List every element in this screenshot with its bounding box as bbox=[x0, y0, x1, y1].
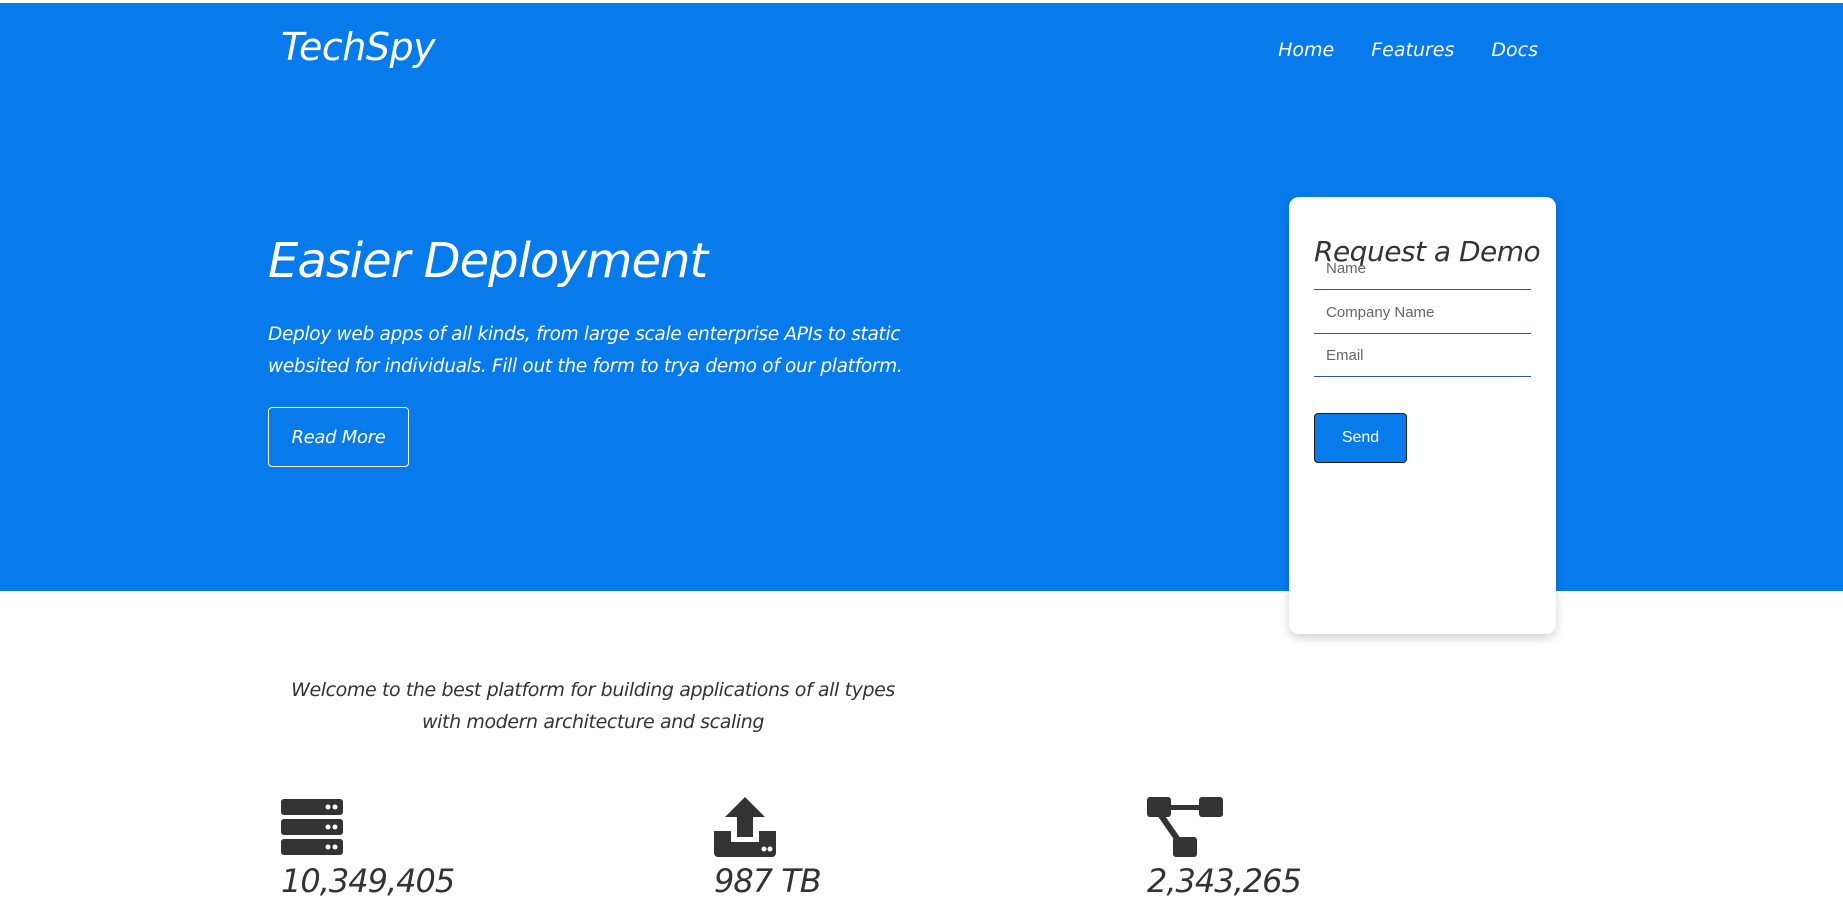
logo[interactable]: TechSpy bbox=[281, 25, 436, 69]
stat-value: 2,343,265 bbox=[1147, 862, 1302, 900]
email-field[interactable] bbox=[1314, 334, 1531, 377]
demo-request-card: Request a Demo Send bbox=[1289, 197, 1556, 634]
nav-link-docs[interactable]: Docs bbox=[1491, 39, 1538, 61]
welcome-text: Welcome to the best platform for buildin… bbox=[291, 679, 895, 733]
nav-link-home[interactable]: Home bbox=[1278, 39, 1334, 61]
stat-value: 10,349,405 bbox=[281, 862, 455, 900]
read-more-button[interactable]: Read More bbox=[268, 407, 409, 467]
send-button[interactable]: Send bbox=[1314, 413, 1407, 463]
stat-value: 987 TB bbox=[714, 862, 822, 900]
stat-item-connections: 2,343,265 bbox=[1147, 797, 1302, 900]
hero-description: Deploy web apps of all kinds, from large… bbox=[268, 324, 903, 377]
hero-section: TechSpy Home Features Docs Easier Deploy… bbox=[0, 3, 1843, 591]
stat-item-storage: 987 TB bbox=[714, 797, 822, 900]
name-field[interactable] bbox=[1314, 247, 1531, 290]
nav-link-features[interactable]: Features bbox=[1371, 39, 1454, 61]
server-icon bbox=[281, 799, 343, 855]
network-icon bbox=[1147, 797, 1223, 857]
stat-item-servers: 10,349,405 bbox=[281, 797, 455, 900]
main-nav: Home Features Docs bbox=[1278, 39, 1538, 61]
company-name-field[interactable] bbox=[1314, 291, 1531, 334]
upload-icon bbox=[714, 797, 776, 857]
hero-title: Easier Deployment bbox=[268, 233, 708, 289]
